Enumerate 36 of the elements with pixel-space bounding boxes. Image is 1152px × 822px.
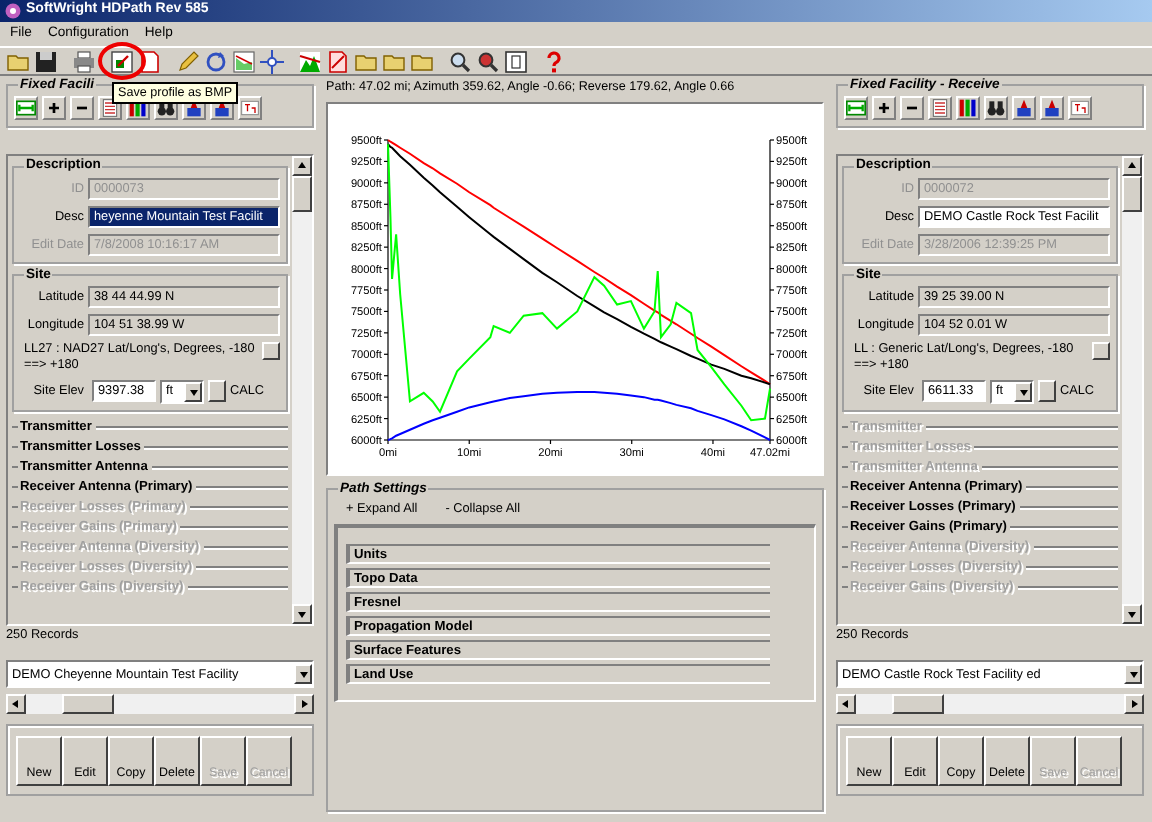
refresh-icon[interactable]: [204, 49, 228, 73]
terrain-icon[interactable]: [298, 49, 322, 73]
bars-icon[interactable]: [956, 95, 980, 120]
vertical-scrollbar[interactable]: [1122, 156, 1142, 625]
crosshair-icon[interactable]: [260, 49, 284, 73]
vertical-scrollbar[interactable]: [292, 156, 312, 625]
app-icon: [4, 2, 22, 20]
browse-button[interactable]: [262, 342, 280, 361]
folder-icon[interactable]: [382, 49, 406, 73]
horizontal-scrollbar[interactable]: [6, 694, 314, 715]
tag-icon[interactable]: [238, 95, 262, 120]
range-icon[interactable]: [14, 95, 38, 120]
browse-button[interactable]: [1092, 342, 1110, 361]
minus-icon[interactable]: [70, 95, 94, 120]
picture-icon[interactable]: [110, 49, 134, 73]
calc-button[interactable]: [1038, 380, 1056, 403]
help-icon[interactable]: [542, 49, 566, 73]
minus-icon[interactable]: [900, 95, 924, 120]
folder-icon[interactable]: [410, 49, 434, 73]
folder-icon[interactable]: [354, 49, 378, 73]
search-icon[interactable]: [448, 49, 472, 73]
pencil-icon[interactable]: [176, 49, 200, 73]
horizontal-scrollbar[interactable]: [836, 694, 1144, 715]
tower-icon[interactable]: [1040, 95, 1064, 120]
range-icon[interactable]: [844, 95, 868, 120]
binoculars-icon[interactable]: [984, 95, 1008, 120]
chart-icon[interactable]: [232, 49, 256, 73]
tag-icon[interactable]: [1068, 95, 1092, 120]
tower-icon[interactable]: [1012, 95, 1036, 120]
calc-button[interactable]: [208, 380, 226, 403]
plus-icon[interactable]: [42, 95, 66, 120]
page-icon[interactable]: [326, 49, 350, 73]
zoom-icon[interactable]: [476, 49, 500, 73]
page-icon[interactable]: [504, 49, 528, 73]
printer-icon[interactable]: [72, 49, 96, 73]
plus-icon[interactable]: [872, 95, 896, 120]
